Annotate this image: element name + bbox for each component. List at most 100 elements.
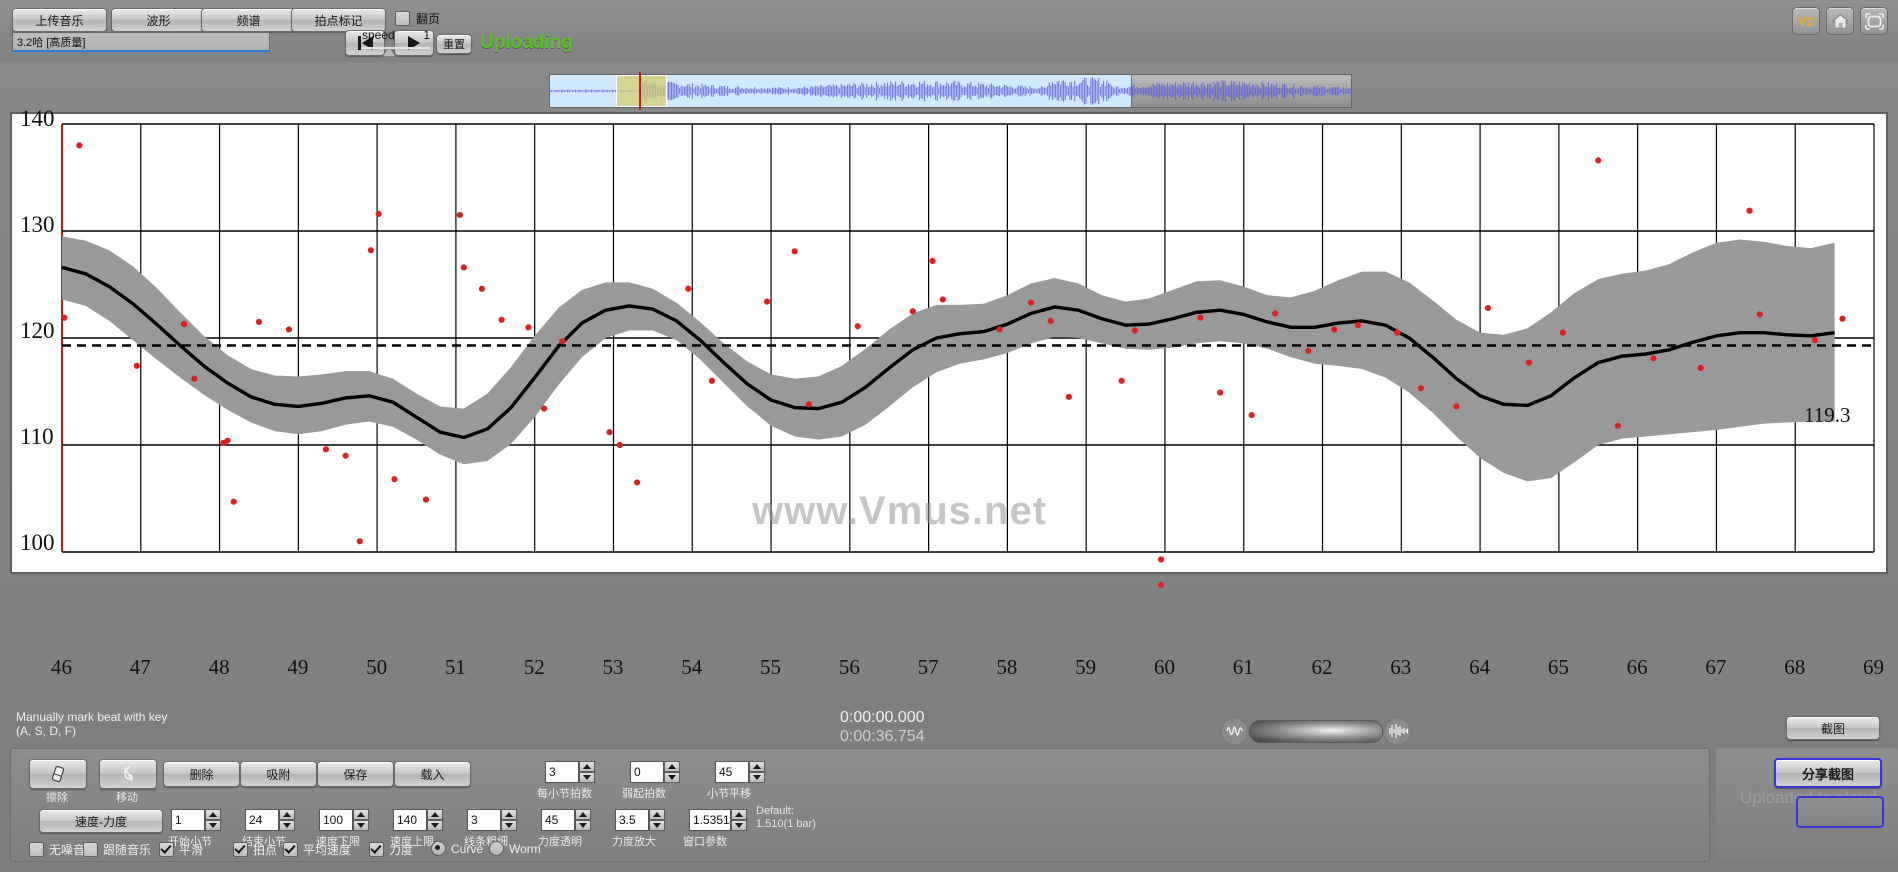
beats-per-bar-spinner-decrement[interactable]: [579, 772, 595, 783]
follow-music-checkbox-box[interactable]: [83, 842, 98, 857]
window-param-spinner-caption: 窗口参数: [683, 833, 727, 849]
snapshot-button[interactable]: 截图: [1786, 716, 1880, 740]
waveform-button[interactable]: 波形: [111, 8, 206, 32]
pickup-beats-spinner-increment[interactable]: [664, 761, 680, 772]
dynamics-alpha-spinner-increment[interactable]: [575, 809, 591, 820]
snap-button[interactable]: 吸附: [240, 761, 317, 787]
line-width-spinner-decrement[interactable]: [501, 820, 517, 831]
tempo-max-spinner-increment[interactable]: [427, 809, 443, 820]
tempo-dynamics-button[interactable]: 速度-力度: [39, 809, 163, 833]
share-snapshot-button[interactable]: 分享截图: [1774, 758, 1882, 788]
beats-checkbox-label: 拍点: [253, 841, 277, 858]
song-title-field[interactable]: 3.2哈 [高质量]: [12, 32, 270, 52]
reset-button[interactable]: 重置: [436, 34, 472, 54]
no-noise-checkbox-box[interactable]: [29, 842, 44, 857]
bar-shift-spinner[interactable]: [715, 761, 765, 783]
overview-playhead[interactable]: [639, 72, 641, 110]
slider-track[interactable]: [1249, 720, 1383, 743]
page-flip-checkbox-box[interactable]: [395, 11, 410, 26]
end-bar-spinner-decrement[interactable]: [279, 820, 295, 831]
end-bar-spinner-input[interactable]: [245, 809, 279, 831]
line-width-spinner-increment[interactable]: [501, 809, 517, 820]
window-icon-group: V2: [1792, 7, 1888, 35]
smooth-checkbox[interactable]: 平滑: [159, 841, 203, 858]
waveform-label: 波形: [146, 12, 170, 29]
bar-shift-spinner-input[interactable]: [715, 761, 749, 783]
bar-shift-spinner-decrement[interactable]: [749, 772, 765, 783]
waveform-icon[interactable]: [1222, 719, 1247, 744]
home-icon[interactable]: [1826, 7, 1854, 35]
dynamics-scale-spinner[interactable]: [615, 809, 665, 831]
beats-per-bar-spinner[interactable]: [545, 761, 595, 783]
spectrum-button[interactable]: 频谱: [201, 8, 296, 32]
curve-radio-box[interactable]: [431, 841, 446, 856]
cloud-link-button[interactable]: 点: [1796, 796, 1884, 828]
average-tempo-checkbox-box[interactable]: [283, 842, 298, 857]
speed-track[interactable]: [362, 47, 430, 49]
pickup-beats-spinner-decrement[interactable]: [664, 772, 680, 783]
waveform-overview[interactable]: [549, 74, 1352, 108]
y-tick-100: 100: [20, 530, 55, 556]
average-tempo-checkbox[interactable]: 平均速度: [283, 841, 351, 858]
dynamics-alpha-spinner[interactable]: [541, 809, 591, 831]
tempo-min-spinner-increment[interactable]: [353, 809, 369, 820]
delete-button[interactable]: 删除: [163, 761, 240, 787]
beats-per-bar-spinner-input[interactable]: [545, 761, 579, 783]
pickup-beats-spinner[interactable]: [630, 761, 680, 783]
start-bar-spinner-input[interactable]: [171, 809, 205, 831]
dynamics-scale-spinner-increment[interactable]: [649, 809, 665, 820]
version-badge-icon[interactable]: V2: [1792, 7, 1820, 35]
load-button[interactable]: 载入: [394, 761, 471, 787]
save-button[interactable]: 保存: [317, 761, 394, 787]
move-tool[interactable]: [99, 759, 157, 789]
line-width-spinner-input[interactable]: [467, 809, 501, 831]
window-param-spinner-input[interactable]: [689, 809, 731, 831]
upload-music-button[interactable]: 上传音乐: [12, 8, 107, 32]
dynamics-scale-spinner-decrement[interactable]: [649, 820, 665, 831]
tempo-min-spinner-decrement[interactable]: [353, 820, 369, 831]
beats-checkbox-box[interactable]: [233, 842, 248, 857]
follow-music-checkbox[interactable]: 跟随音乐: [83, 841, 151, 858]
page-flip-checkbox[interactable]: 翻页: [395, 10, 440, 27]
window-param-spinner-decrement[interactable]: [731, 820, 747, 831]
curve-radio[interactable]: Curve: [431, 841, 483, 856]
y-tick-130: 130: [20, 212, 55, 238]
smooth-checkbox-box[interactable]: [159, 842, 174, 857]
eraser-tool[interactable]: [29, 759, 87, 789]
tempo-max-spinner-input[interactable]: [393, 809, 427, 831]
window-param-spinner-increment[interactable]: [731, 809, 747, 820]
worm-radio[interactable]: Worm: [489, 841, 541, 856]
dynamics-alpha-spinner-decrement[interactable]: [575, 820, 591, 831]
start-bar-spinner[interactable]: [171, 809, 221, 831]
end-bar-spinner-increment[interactable]: [279, 809, 295, 820]
x-tick-61: 61: [1233, 655, 1254, 680]
fullscreen-icon[interactable]: [1860, 7, 1888, 35]
tempo-max-spinner[interactable]: [393, 809, 443, 831]
dynamics-scale-spinner-input[interactable]: [615, 809, 649, 831]
time-display: 0:00:00.000 0:00:36.754: [840, 708, 925, 746]
overview-view-window[interactable]: [616, 75, 667, 107]
worm-radio-box[interactable]: [489, 841, 504, 856]
pickup-beats-spinner-input[interactable]: [630, 761, 664, 783]
tempo-chart[interactable]: www.Vmus.net: [10, 112, 1888, 574]
tempo-min-spinner[interactable]: [319, 809, 369, 831]
start-bar-spinner-increment[interactable]: [205, 809, 221, 820]
dynamics-checkbox[interactable]: 力度: [369, 841, 413, 858]
tempo-min-spinner-input[interactable]: [319, 809, 353, 831]
dynamics-checkbox-box[interactable]: [369, 842, 384, 857]
move-icon: [118, 764, 138, 784]
beats-per-bar-spinner-increment[interactable]: [579, 761, 595, 772]
dynamics-alpha-spinner-input[interactable]: [541, 809, 575, 831]
no-noise-checkbox[interactable]: 无噪音: [29, 841, 85, 858]
audio-levels-icon[interactable]: [1385, 719, 1410, 744]
line-width-spinner[interactable]: [467, 809, 517, 831]
tempo-max-spinner-decrement[interactable]: [427, 820, 443, 831]
end-bar-spinner[interactable]: [245, 809, 295, 831]
start-bar-spinner-decrement[interactable]: [205, 820, 221, 831]
bar-shift-spinner-increment[interactable]: [749, 761, 765, 772]
speed-slider[interactable]: speed 1: [362, 28, 430, 56]
speed-thumb[interactable]: [383, 48, 395, 56]
window-param-spinner[interactable]: [689, 809, 747, 831]
audio-volume-slider[interactable]: [1222, 718, 1410, 744]
beats-checkbox[interactable]: 拍点: [233, 841, 277, 858]
